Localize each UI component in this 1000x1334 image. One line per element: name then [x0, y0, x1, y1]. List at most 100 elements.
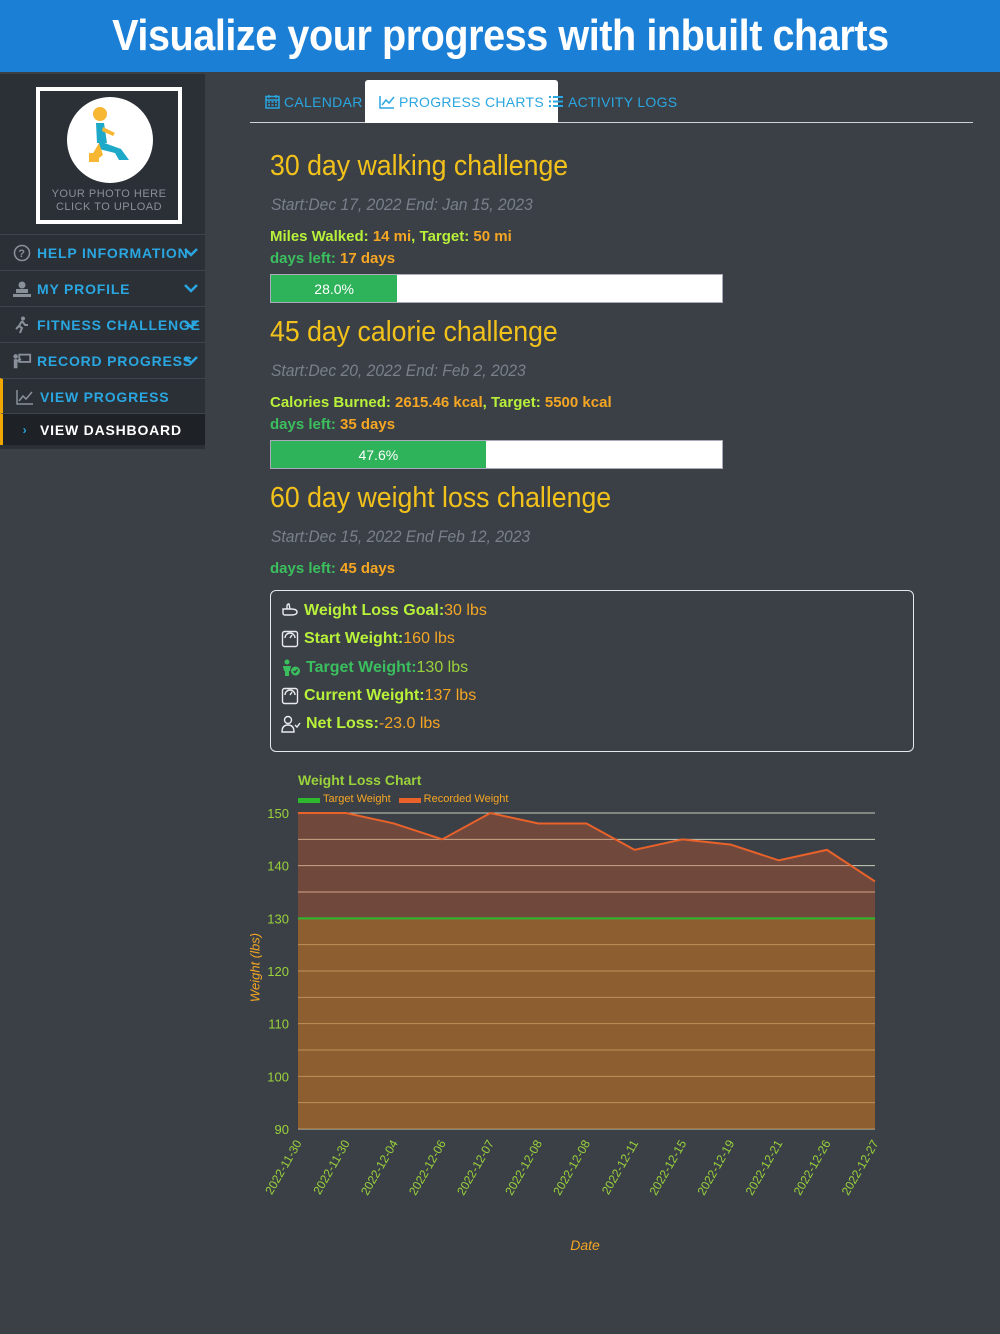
photo-upload[interactable]: YOUR PHOTO HERE CLICK TO UPLOAD	[36, 87, 182, 224]
sidebar: YOUR PHOTO HERE CLICK TO UPLOAD ? HELP I…	[0, 74, 205, 449]
y-tick-label: 100	[267, 1069, 289, 1084]
target-weight-row: Target Weight: 130 lbs	[281, 659, 468, 677]
progress-fill: 28.0%	[271, 275, 398, 302]
walking-progress-bar: 28.0%	[270, 274, 723, 303]
metric-value: 2615.46 kcal	[395, 394, 483, 411]
y-tick-label: 110	[268, 1017, 289, 1032]
walking-challenge-dates: Start:Dec 17, 2022 End: Jan 15, 2023	[271, 195, 533, 214]
metric-label: Calories Burned:	[270, 394, 391, 411]
target-value: 50 mi	[473, 228, 512, 245]
y-tick-label: 150	[267, 806, 289, 821]
sidebar-item-help[interactable]: ? HELP INFORMATION	[0, 234, 205, 270]
target-label: Target:	[419, 228, 470, 245]
list-icon	[549, 96, 563, 107]
goal-label: Weight Loss Goal:	[304, 602, 445, 619]
walking-days-left: days left: 17 days	[270, 250, 395, 267]
y-tick-label: 90	[275, 1122, 289, 1137]
current-weight-row: Current Weight: 137 lbs	[281, 687, 476, 705]
sidebar-item-label: VIEW DASHBOARD	[40, 421, 182, 438]
record-icon	[12, 351, 32, 371]
sidebar-item-view-progress[interactable]: VIEW PROGRESS	[0, 378, 205, 414]
calorie-progress-bar: 47.6%	[270, 440, 723, 469]
recorded-weight-area	[298, 813, 875, 1129]
tab-calendar[interactable]: CALENDAR	[265, 80, 363, 123]
progress-fill: 47.6%	[271, 441, 486, 468]
weight-goal-row: Weight Loss Goal: 30 lbs	[281, 602, 487, 620]
walking-challenge-title: 30 day walking challenge	[270, 150, 569, 182]
tab-label: CALENDAR	[284, 93, 363, 110]
x-tick-label: 2022-11-30	[310, 1137, 353, 1197]
x-tick-label: 2022-12-08	[502, 1137, 545, 1197]
y-tick-label: 130	[267, 911, 289, 926]
days-left-label: days left:	[270, 416, 336, 433]
x-tick-label: 2022-12-11	[599, 1137, 642, 1197]
sidebar-item-fitness[interactable]: FITNESS CHALLENGE	[0, 306, 205, 342]
tab-label: PROGRESS CHARTS	[399, 93, 545, 110]
tab-progress-charts[interactable]: PROGRESS CHARTS	[365, 80, 559, 123]
target-value: 5500 kcal	[544, 394, 612, 411]
scale-icon	[281, 630, 299, 648]
metric-label: Miles Walked:	[270, 228, 369, 245]
net-loss-label: Net Loss:	[306, 715, 379, 732]
banner-title: Visualize your progress with inbuilt cha…	[111, 11, 889, 60]
net-loss-value: -23.0 lbs	[378, 715, 441, 732]
current-weight-value: 137 lbs	[424, 687, 477, 704]
current-weight-label: Current Weight:	[304, 687, 425, 704]
days-left-value: 35 days	[340, 416, 396, 433]
sidebar-item-label: HELP INFORMATION	[37, 244, 189, 261]
scale-icon	[281, 687, 299, 705]
x-tick-label: 2022-12-19	[695, 1137, 738, 1197]
question-circle-icon: ?	[12, 243, 32, 263]
target-label: Target:	[490, 394, 541, 411]
sidebar-item-dashboard[interactable]: › VIEW DASHBOARD	[0, 413, 205, 445]
hand-point-icon	[282, 603, 298, 616]
calorie-challenge-dates: Start:Dec 20, 2022 End: Feb 2, 2023	[271, 361, 526, 380]
weight-challenge-title: 60 day weight loss challenge	[270, 482, 612, 514]
x-tick-label: 2022-12-15	[646, 1137, 689, 1197]
sidebar-item-label: RECORD PROGRESS	[37, 352, 193, 369]
x-tick-label: 2022-12-08	[550, 1137, 593, 1197]
weight-challenge-dates: Start:Dec 15, 2022 End Feb 12, 2023	[271, 527, 531, 546]
weight-days-left: days left: 45 days	[270, 560, 395, 577]
goal-value: 30 lbs	[444, 602, 487, 619]
tab-activity-logs[interactable]: ACTIVITY LOGS	[548, 80, 677, 123]
x-tick-label: 2022-12-21	[743, 1137, 786, 1197]
weight-summary-box: Weight Loss Goal: 30 lbs Start Weight: 1…	[270, 590, 914, 752]
calorie-challenge-title: 45 day calorie challenge	[270, 316, 558, 348]
person-check-icon	[283, 659, 300, 676]
y-tick-label: 120	[267, 964, 289, 979]
svg-text:?: ?	[18, 248, 26, 260]
lunge-person-icon	[89, 107, 129, 162]
sidebar-item-label: MY PROFILE	[37, 280, 131, 297]
start-weight-row: Start Weight: 160 lbs	[281, 630, 455, 648]
photo-hint-line2: CLICK TO UPLOAD	[55, 201, 163, 213]
photo-hint-line1: YOUR PHOTO HERE	[51, 188, 167, 200]
line-chart-icon	[379, 95, 395, 109]
days-left-label: days left:	[270, 250, 336, 267]
metric-value: 14 mi	[372, 228, 412, 245]
net-loss-row: Net Loss: -23.0 lbs	[281, 715, 440, 733]
chevron-down-icon	[184, 284, 198, 293]
tab-bar: CALENDAR PROGRESS CHARTS ACTIVITY LOGS	[250, 80, 973, 123]
y-tick-label: 140	[267, 859, 289, 874]
days-left-label: days left:	[270, 560, 336, 577]
x-tick-label: 2022-12-04	[358, 1137, 401, 1197]
profile-icon	[12, 279, 32, 299]
days-left-value: 45 days	[340, 560, 396, 577]
sidebar-item-profile[interactable]: MY PROFILE	[0, 270, 205, 306]
running-icon	[12, 315, 32, 335]
calorie-days-left: days left: 35 days	[270, 416, 395, 433]
calorie-metrics: Calories Burned: 2615.46 kcal, Target: 5…	[270, 394, 612, 411]
chevron-down-icon	[184, 356, 198, 365]
weight-loss-chart: 90 100 110 120 130 140 150 2022-11-30 2022-11-30…	[262, 806, 882, 1198]
chevron-right-icon: ›	[22, 422, 28, 437]
chevron-down-icon	[184, 248, 198, 257]
x-tick-label: 2022-11-30	[262, 1137, 305, 1197]
target-weight-value: 130 lbs	[416, 659, 469, 676]
sidebar-item-record[interactable]: RECORD PROGRESS	[0, 342, 205, 378]
sidebar-item-label: FITNESS CHALLENGE	[37, 316, 201, 333]
promo-banner: Visualize your progress with inbuilt cha…	[0, 0, 1000, 72]
chevron-down-icon	[184, 320, 198, 329]
x-tick-label: 2022-12-07	[454, 1137, 497, 1197]
user-check-icon	[281, 715, 301, 733]
